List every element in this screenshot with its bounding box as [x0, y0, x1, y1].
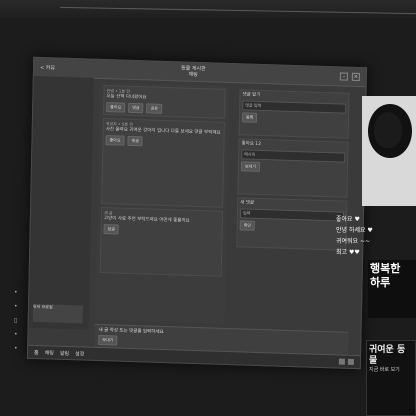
square-icon[interactable]: [347, 358, 354, 365]
message-input[interactable]: 메시지: [241, 149, 346, 163]
ceiling: [0, 0, 416, 18]
nav-settings[interactable]: 설정: [75, 350, 84, 357]
text-input[interactable]: 입력: [239, 208, 345, 222]
chat-line: 최고 ♥♥: [336, 249, 360, 256]
nav-chat[interactable]: 채팅: [45, 349, 54, 356]
nav-alerts[interactable]: 알림: [60, 349, 69, 356]
promo-card[interactable]: 귀여운 동물 지금 바로 보기: [366, 340, 416, 416]
right-panel: 댓글 달기 댓글 입력 등록 좋아요 12 메시지 보내기 새 댓글 입력 확인: [230, 86, 354, 328]
profile-thumb-label: 유저 프로필: [32, 303, 53, 310]
nav-home[interactable]: 홈: [34, 348, 39, 355]
dot-icon: ▯: [14, 317, 18, 324]
window-title: 동물 게시판 채팅: [181, 65, 206, 78]
share-button[interactable]: 공유: [146, 103, 163, 114]
compose-send-button[interactable]: 보내기: [98, 334, 118, 346]
dot-icon: •: [14, 303, 18, 310]
send-button[interactable]: 보내기: [240, 161, 261, 172]
dot-icon: •: [14, 289, 18, 296]
chat-line: 좋아요 ♥: [336, 216, 360, 223]
dot-icon: •: [14, 331, 18, 338]
panel-item: 댓글 달기 댓글 입력 등록: [238, 89, 350, 139]
side-indicators: • • ▯ • •: [14, 286, 20, 356]
post-card[interactable]: 새 글 고양이 사료 추천 부탁드려요 어떤게 좋을까요 답글: [99, 206, 224, 277]
chat-line: 귀여워요 ~~: [336, 238, 371, 245]
confirm-button[interactable]: 확인: [239, 220, 256, 231]
like-button[interactable]: 좋아요: [105, 135, 125, 146]
feed-column: 안녕 • 1분 전 오늘 산책 다녀왔어요 좋아요 댓글 공유 작성자 • 5분…: [94, 81, 230, 324]
promo-title: 귀여운 동물: [369, 345, 406, 366]
bottom-bar-icons: [338, 358, 354, 365]
minimize-icon[interactable]: –: [339, 72, 348, 81]
reply-button[interactable]: 답글: [103, 224, 120, 235]
window-title-line2: 채팅: [188, 71, 198, 78]
person-face: [374, 112, 402, 148]
left-sidebar: 유저 프로필: [28, 75, 94, 330]
square-icon[interactable]: [338, 358, 345, 365]
monitor-screen: < 커뮤 동물 게시판 채팅 – × 유저 프로필 안녕 • 1분 전 오늘 산…: [26, 56, 368, 370]
dot-icon: •: [14, 345, 18, 352]
close-icon[interactable]: ×: [351, 72, 360, 82]
overlay-chat: 좋아요 ♥ 안녕 하세요 ♥ 귀여워요 ~~ 최고 ♥♥: [336, 214, 416, 258]
stream-photo: [362, 96, 416, 206]
back-button[interactable]: < 커뮤: [40, 64, 55, 71]
banner-text: 행복한 하루: [370, 262, 401, 289]
chat-line: 안녕 하세요 ♥: [336, 227, 373, 234]
comment-input[interactable]: 댓글 입력: [242, 100, 347, 114]
submit-button[interactable]: 등록: [241, 112, 258, 123]
window-controls: – ×: [339, 72, 360, 82]
profile-thumb[interactable]: 유저 프로필: [32, 303, 84, 324]
panel-item: 좋아요 12 메시지 보내기: [237, 138, 349, 198]
comment-button[interactable]: 댓글: [127, 135, 144, 147]
post-card[interactable]: 안녕 • 1분 전 오늘 산책 다녀왔어요 좋아요 댓글 공유: [103, 85, 226, 119]
comment-button[interactable]: 댓글: [128, 102, 144, 114]
panel-item: 새 댓글 입력 확인: [236, 197, 348, 251]
like-button[interactable]: 좋아요: [106, 102, 126, 113]
overlay-banner: 행복한 하루: [368, 260, 416, 318]
promo-subtitle: 지금 바로 보기: [369, 367, 400, 373]
post-card[interactable]: 작성자 • 5분 전 사진 올려요 귀여운 강아지 입니다 다들 보세요 댓글 …: [101, 118, 225, 208]
